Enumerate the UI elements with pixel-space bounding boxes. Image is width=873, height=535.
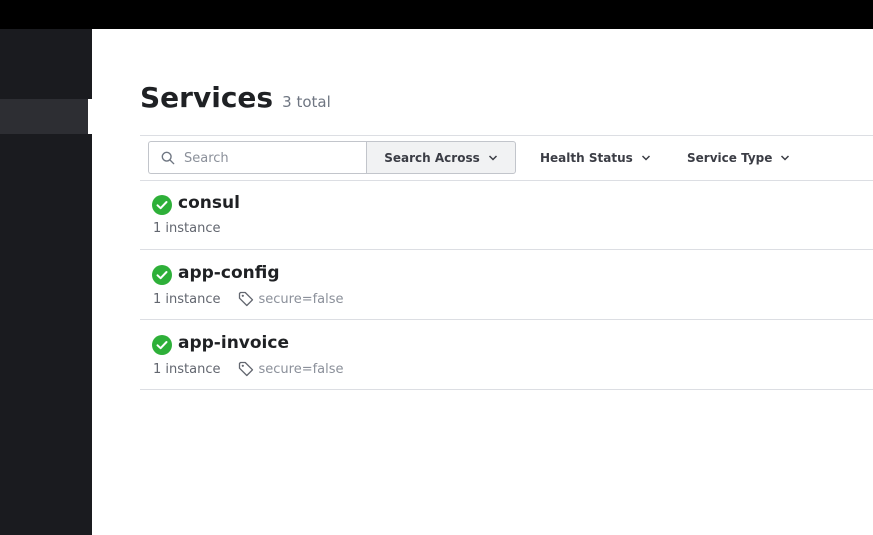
search-box	[148, 141, 366, 174]
page-title: Services	[140, 81, 274, 114]
health-status-label: Health Status	[540, 150, 633, 165]
chevron-down-icon	[641, 154, 650, 161]
check-circle-icon	[152, 335, 172, 355]
service-row[interactable]: app-config 1 instance secure=false	[140, 250, 873, 320]
instance-count: 1 instance	[153, 361, 221, 377]
tag-label: secure=false	[258, 291, 344, 307]
filter-toolbar: Search Across Health Status Service Type	[140, 135, 873, 181]
service-name[interactable]: app-config	[178, 263, 280, 283]
sidebar-item-active[interactable]	[0, 99, 88, 134]
service-row[interactable]: app-invoice 1 instance secure=false	[140, 320, 873, 390]
service-count: 3 total	[282, 93, 331, 111]
page-header: Services 3 total	[140, 81, 331, 114]
sidebar	[0, 29, 92, 535]
search-input[interactable]	[184, 148, 354, 168]
service-list: consul 1 instance app-config 1 instance …	[140, 180, 873, 390]
check-circle-icon	[152, 195, 172, 215]
tag-icon	[239, 361, 254, 377]
service-type-filter[interactable]: Service Type	[687, 141, 790, 174]
top-bar	[0, 0, 873, 29]
service-tag: secure=false	[238, 291, 344, 307]
search-across-label: Search Across	[384, 150, 480, 165]
service-name[interactable]: app-invoice	[178, 333, 289, 353]
instance-count: 1 instance	[153, 221, 221, 236]
service-name[interactable]: consul	[178, 193, 240, 213]
service-meta: 1 instance secure=false	[153, 361, 344, 377]
tag-icon	[239, 291, 254, 307]
chevron-down-icon	[488, 154, 497, 161]
tag-label: secure=false	[258, 361, 344, 377]
service-tag: secure=false	[238, 361, 344, 377]
service-meta: 1 instance	[153, 221, 220, 236]
health-status-filter[interactable]: Health Status	[540, 141, 651, 174]
service-row[interactable]: consul 1 instance	[140, 180, 873, 250]
search-across-dropdown[interactable]: Search Across	[366, 141, 516, 174]
service-type-label: Service Type	[687, 150, 773, 165]
search-icon	[161, 151, 175, 165]
service-meta: 1 instance secure=false	[153, 291, 344, 307]
check-circle-icon	[152, 265, 172, 285]
instance-count: 1 instance	[153, 291, 221, 307]
chevron-down-icon	[781, 154, 790, 161]
main-content: Services 3 total Search Across Health St…	[92, 29, 873, 535]
